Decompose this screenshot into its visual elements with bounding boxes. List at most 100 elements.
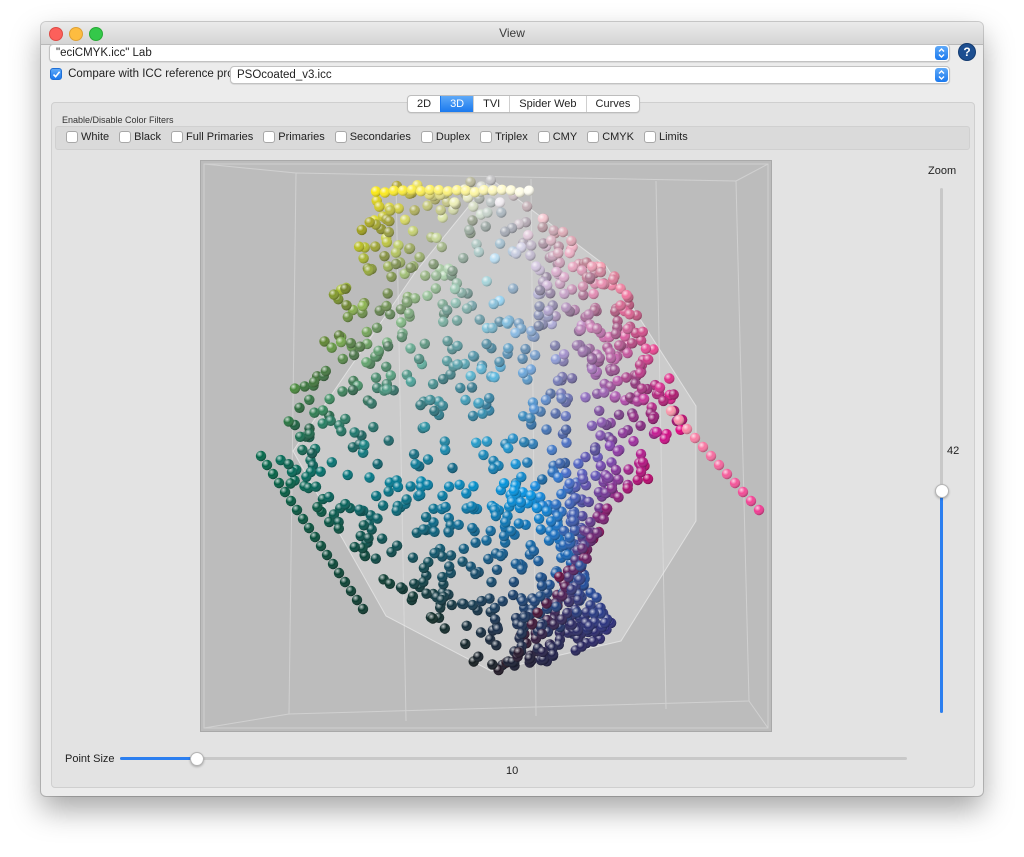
color-point	[588, 288, 599, 300]
color-point	[357, 603, 369, 615]
color-point	[496, 207, 507, 218]
color-point	[340, 413, 351, 425]
zoom-slider-knob[interactable]	[935, 484, 949, 498]
color-point	[507, 589, 519, 601]
color-point	[436, 594, 447, 606]
color-point	[628, 411, 639, 423]
compare-row: Compare with ICC reference profile:	[50, 68, 252, 84]
color-point	[381, 384, 393, 395]
tab-curves[interactable]: Curves	[585, 96, 640, 112]
color-point	[388, 185, 400, 196]
color-point	[291, 504, 303, 516]
color-point	[376, 533, 388, 544]
filter-secondaries[interactable]: Secondaries	[334, 131, 411, 144]
filter-checkbox[interactable]	[480, 131, 493, 144]
color-point	[428, 259, 439, 270]
color-point	[285, 495, 297, 507]
filter-checkbox[interactable]	[587, 131, 600, 144]
color-point	[603, 472, 614, 483]
reference-profile-select[interactable]: PSOcoated_v3.icc	[230, 66, 950, 84]
color-point	[668, 389, 679, 400]
color-point	[515, 497, 527, 508]
color-point	[429, 548, 440, 559]
color-point	[283, 416, 294, 427]
color-point	[310, 481, 322, 492]
filter-checkbox[interactable]	[171, 131, 184, 144]
color-point	[464, 224, 475, 236]
filter-duplex[interactable]: Duplex	[420, 131, 470, 144]
color-point	[526, 240, 537, 251]
color-point	[665, 405, 677, 417]
filter-black[interactable]: Black	[119, 131, 161, 144]
zoom-label: Zoom	[928, 165, 957, 177]
color-point	[446, 599, 457, 611]
color-point	[326, 342, 337, 353]
color-point	[415, 489, 426, 501]
color-point	[460, 185, 472, 196]
filter-checkbox[interactable]	[263, 131, 276, 144]
filter-limits[interactable]: Limits	[643, 131, 688, 144]
color-point	[499, 226, 511, 237]
color-point	[595, 430, 606, 441]
profile-select[interactable]: "eciCMYK.icc" Lab	[49, 44, 950, 62]
gamut-3d-viewport[interactable]	[200, 160, 772, 732]
color-point	[721, 468, 733, 480]
color-point	[454, 479, 465, 490]
color-point	[609, 364, 620, 376]
color-point	[574, 574, 585, 585]
filter-checkbox[interactable]	[119, 131, 132, 144]
color-point	[349, 541, 360, 553]
tab-tvi[interactable]: TVI	[473, 96, 509, 112]
filter-checkbox[interactable]	[643, 131, 656, 144]
color-point	[467, 599, 478, 611]
point-size-slider-knob[interactable]	[190, 752, 204, 766]
color-point	[494, 356, 505, 368]
color-point	[297, 513, 309, 525]
color-point	[451, 315, 463, 326]
color-point	[418, 524, 429, 535]
color-point	[301, 471, 312, 482]
filter-label: Limits	[658, 131, 688, 144]
popup-arrows-icon	[935, 46, 948, 60]
color-point	[545, 235, 557, 246]
help-button[interactable]: ?	[958, 43, 976, 61]
filter-checkbox[interactable]	[66, 131, 78, 144]
filter-checkbox[interactable]	[334, 131, 347, 144]
color-point	[598, 514, 609, 525]
filter-checkbox[interactable]	[420, 131, 433, 144]
filter-checkbox[interactable]	[537, 131, 550, 144]
tab-3d[interactable]: 3D	[440, 96, 474, 112]
color-point	[431, 270, 442, 281]
color-point	[550, 408, 561, 419]
compare-checkbox[interactable]	[50, 68, 62, 81]
filter-cmyk[interactable]: CMYK	[587, 131, 634, 144]
color-point	[372, 513, 383, 524]
color-point	[541, 506, 553, 517]
tab-spider-web[interactable]: Spider Web	[509, 96, 585, 112]
filter-label: White	[81, 131, 110, 144]
color-point	[537, 474, 548, 485]
color-point	[405, 481, 416, 492]
color-point	[439, 623, 450, 634]
zoom-slider-fill	[940, 490, 943, 713]
filter-triplex[interactable]: Triplex	[480, 131, 528, 144]
color-point	[487, 322, 498, 334]
color-point	[422, 200, 433, 211]
color-point	[478, 449, 489, 461]
color-point	[495, 550, 506, 562]
color-point	[452, 340, 463, 352]
color-point	[402, 297, 413, 308]
color-point	[520, 343, 531, 355]
filter-white[interactable]: White	[66, 131, 110, 144]
filter-full-primaries[interactable]: Full Primaries	[171, 131, 253, 144]
color-point	[436, 241, 447, 253]
filter-primaries[interactable]: Primaries	[263, 131, 325, 144]
point-size-label: Point Size	[65, 753, 115, 765]
color-point	[651, 426, 662, 438]
color-point	[577, 473, 589, 485]
point-size-slider-track[interactable]	[120, 757, 907, 760]
compare-label: Compare with ICC reference profile:	[68, 68, 252, 81]
color-point	[599, 617, 611, 629]
filter-cmy[interactable]: CMY	[537, 131, 577, 144]
tab-2d[interactable]: 2D	[408, 96, 440, 112]
